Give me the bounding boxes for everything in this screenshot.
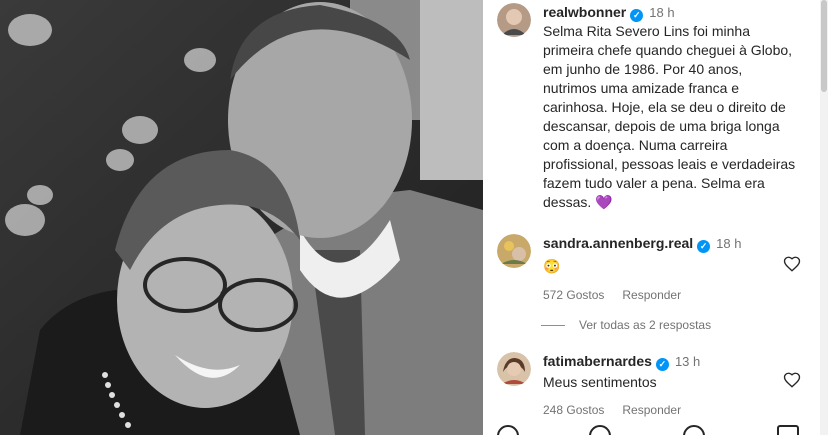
author-username[interactable]: realwbonner [543,4,626,20]
comment-username[interactable]: fatimabernardes [543,353,652,369]
author-avatar[interactable] [497,3,531,37]
comment-time[interactable]: 13 h [675,354,700,369]
comment-text: 😳 [543,258,561,274]
purple-heart-emoji: 💜 [595,194,613,210]
comment-username[interactable]: sandra.annenberg.real [543,235,693,251]
comment-item: sandra.annenberg.real ✓ 18 h 😳 572 Gostos R… [497,234,799,302]
comment-avatar[interactable] [497,352,531,386]
view-replies-label[interactable]: Ver todas as 2 respostas [579,318,711,332]
scrollbar-thumb[interactable] [821,0,827,92]
post-photo[interactable] [0,0,483,435]
heart-icon[interactable] [783,371,801,389]
verified-badge-icon: ✓ [655,358,669,371]
comment-avatar[interactable] [497,234,531,268]
caption-text: Selma Rita Severo Lins foi minha primeir… [543,23,796,210]
action-bar [497,425,807,435]
reply-button[interactable]: Responder [622,403,681,417]
comment-icon[interactable] [589,425,611,435]
share-icon[interactable] [683,425,705,435]
comment-item: fatimabernardes ✓ 13 h Meus sentimentos 24… [497,352,799,417]
heart-icon[interactable] [497,425,519,435]
comment-likes[interactable]: 248 Gostos [543,403,604,417]
post-caption: realwbonner ✓ 18 h Selma Rita Severo Lins … [497,3,799,212]
verified-badge-icon: ✓ [630,9,644,22]
scrollbar[interactable] [820,0,828,435]
post-photo-image [0,0,483,435]
comment-time[interactable]: 18 h [716,236,741,251]
comments-panel: realwbonner ✓ 18 h Selma Rita Severo Lins … [483,0,828,435]
heart-icon[interactable] [783,255,801,273]
comment-text: Meus sentimentos [543,374,657,390]
bookmark-icon[interactable] [777,425,799,435]
replies-divider [541,324,565,326]
view-replies[interactable]: Ver todas as 2 respostas [541,318,711,332]
reply-button[interactable]: Responder [622,288,681,302]
verified-badge-icon: ✓ [697,240,711,253]
post-time[interactable]: 18 h [649,5,674,20]
comment-likes[interactable]: 572 Gostos [543,288,604,302]
